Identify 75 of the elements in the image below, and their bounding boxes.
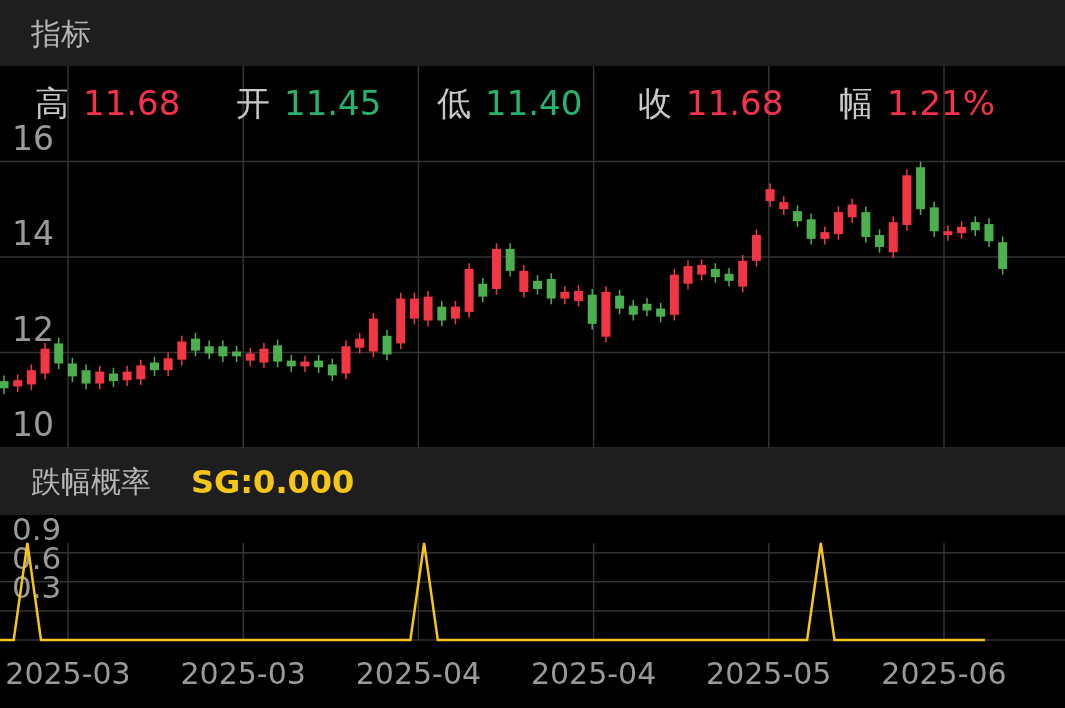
candlestick	[505, 242, 515, 278]
candlestick	[779, 195, 789, 216]
candlestick	[765, 182, 775, 208]
candlestick	[656, 302, 666, 324]
axis-label: 12	[12, 309, 54, 349]
candlestick	[437, 300, 447, 327]
candlestick	[67, 357, 77, 383]
axis-label: 0.9	[12, 515, 62, 547]
quote-value: 11.45	[284, 82, 382, 125]
candlestick	[26, 363, 36, 391]
candlestick	[875, 228, 885, 254]
candlestick	[382, 329, 392, 361]
candlestick	[122, 365, 132, 387]
candlestick	[833, 205, 843, 241]
candlestick	[984, 217, 994, 248]
candlestick	[149, 356, 159, 377]
candlestick	[136, 358, 146, 386]
candlestick	[519, 264, 529, 299]
quote-value: 11.68	[83, 82, 181, 125]
quote-label: 低	[437, 82, 471, 125]
candlestick	[423, 290, 433, 327]
panel-title: 指标	[31, 14, 91, 53]
candlestick	[806, 212, 816, 246]
indicator-title: 跌幅概率	[31, 463, 151, 501]
candlestick	[820, 225, 830, 246]
candlestick	[204, 339, 214, 360]
candlestick	[95, 365, 105, 391]
candlestick	[970, 215, 980, 237]
candlestick	[929, 200, 939, 238]
date-label: 2025-06	[881, 656, 1007, 691]
candlestick	[574, 284, 584, 308]
axis-label: 10	[12, 405, 54, 444]
candlestick	[450, 300, 460, 326]
quote-label: 幅	[839, 82, 873, 125]
candlestick	[409, 292, 419, 326]
date-label: 2025-05	[706, 656, 832, 691]
candlestick	[724, 267, 734, 288]
candlestick	[642, 297, 652, 317]
candlestick	[560, 285, 570, 306]
date-label: 2025-03	[5, 656, 131, 691]
candlestick	[546, 272, 556, 306]
candlestick	[273, 338, 283, 369]
candlestick	[615, 289, 625, 316]
quote-value: 11.68	[686, 82, 784, 125]
candlestick	[245, 346, 255, 368]
quote-value: 1.21%	[887, 82, 995, 125]
date-label: 2025-04	[530, 656, 657, 691]
candlestick	[327, 357, 337, 382]
candlestick	[683, 259, 693, 291]
date-label: 2025-04	[355, 656, 482, 691]
candlestick	[314, 354, 324, 374]
candlestick	[108, 367, 118, 388]
candlestick	[0, 374, 9, 395]
candlestick	[177, 335, 187, 367]
quote-label: 开	[236, 82, 270, 125]
axis-label: 14	[12, 214, 54, 253]
candlestick	[81, 363, 91, 391]
candlestick	[710, 262, 720, 284]
candlestick	[191, 332, 201, 358]
candlestick	[792, 204, 802, 228]
candlestick	[533, 274, 543, 296]
candlestick	[847, 197, 857, 224]
quote-value: 11.40	[485, 82, 583, 125]
date-label: 2025-03	[180, 656, 306, 691]
candlestick	[259, 342, 269, 370]
candlestick	[163, 351, 173, 377]
candlestick	[355, 332, 365, 355]
indicator-reading: SG:0.000	[191, 461, 355, 503]
candlestick	[943, 224, 953, 242]
candlestick	[628, 299, 638, 322]
quote-label: 收	[638, 82, 672, 125]
candlestick	[697, 258, 707, 282]
candlestick	[218, 339, 228, 363]
candlestick	[54, 336, 64, 370]
candlestick	[478, 277, 488, 304]
